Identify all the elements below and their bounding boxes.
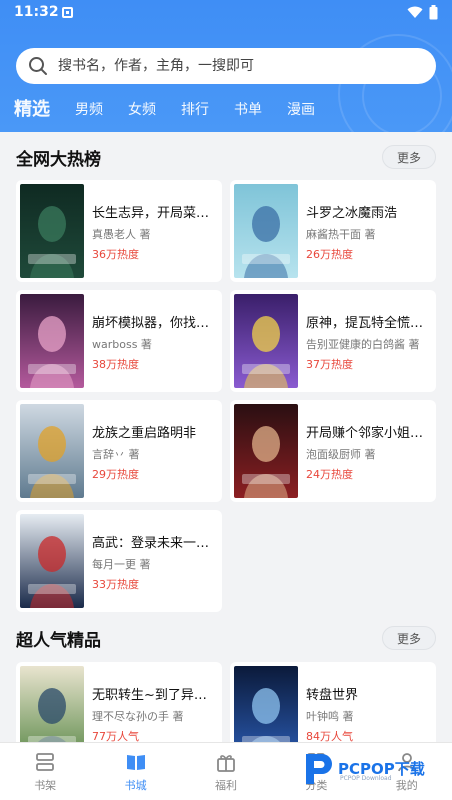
cover-art <box>20 514 84 608</box>
cover-art <box>234 294 298 388</box>
gift-icon <box>217 755 235 772</box>
pcpop-logo-icon <box>306 754 332 784</box>
book-title: 开局赚个邻家小姐… <box>306 426 424 441</box>
book-cover[interactable] <box>234 294 298 388</box>
book-cover[interactable] <box>20 184 84 278</box>
book-cover[interactable] <box>20 514 84 608</box>
search-icon <box>29 57 47 75</box>
more-button[interactable]: 更多 <box>382 626 436 650</box>
book-heat: 29万热度 <box>92 468 139 481</box>
book-cover[interactable] <box>20 404 84 498</box>
book-title: 高武：登录未来一… <box>92 536 210 551</box>
nav-label: 书架 <box>34 779 57 792</box>
book-card[interactable]: 开局赚个邻家小姐… 泡面级厨师 著 24万热度 <box>230 400 436 502</box>
section-popular: 超人气精品 更多 <box>16 624 436 652</box>
search-input[interactable] <box>58 58 398 74</box>
book-author: 理不尽な孙の手 著 <box>92 710 184 723</box>
book-card[interactable]: 斗罗之冰魔雨浩 麻酱热干面 著 26万热度 <box>230 180 436 282</box>
book-title: 崩坏模拟器，你找… <box>92 316 210 331</box>
book-card[interactable]: 原神，提瓦特全慌… 告别亚健康的白鸽酱 著 37万热度 <box>230 290 436 392</box>
tab-featured[interactable]: 精选 <box>14 95 50 125</box>
bookstore-icon <box>126 755 145 770</box>
watermark: PCPOP下载 PCPOP Download <box>302 748 425 788</box>
book-author: 言辞丷 著 <box>92 448 140 461</box>
book-heat: 33万热度 <box>92 578 139 591</box>
status-time: 11:32 <box>14 4 59 20</box>
book-heat: 24万热度 <box>306 468 353 481</box>
book-card[interactable]: 龙族之重启路明非 言辞丷 著 29万热度 <box>16 400 222 502</box>
book-card[interactable]: 长生志异，开局菜… 真愚老人 著 36万热度 <box>16 180 222 282</box>
tab-booklist[interactable]: 书单 <box>234 99 262 125</box>
section-hot-list: 全网大热榜 更多 <box>16 143 436 171</box>
book-card[interactable]: 高武：登录未来一… 每月一更 著 33万热度 <box>16 510 222 612</box>
book-heat: 36万热度 <box>92 248 139 261</box>
cover-art <box>234 404 298 498</box>
book-author: 每月一更 著 <box>92 558 151 571</box>
nav-label: 福利 <box>214 779 237 792</box>
book-title: 斗罗之冰魔雨浩 <box>306 206 398 221</box>
section-title: 全网大热榜 <box>16 149 101 170</box>
book-title: 原神，提瓦特全慌… <box>306 316 424 331</box>
book-cover[interactable] <box>234 184 298 278</box>
search-bar[interactable] <box>16 48 436 84</box>
book-author: warboss 著 <box>92 338 152 351</box>
cover-art <box>20 404 84 498</box>
book-card[interactable]: 崩坏模拟器，你找… warboss 著 38万热度 <box>16 290 222 392</box>
tab-male[interactable]: 男频 <box>75 99 103 125</box>
book-author: 真愚老人 著 <box>92 228 151 241</box>
book-cover[interactable] <box>20 294 84 388</box>
cover-art <box>234 184 298 278</box>
book-heat: 38万热度 <box>92 358 139 371</box>
nav-welfare[interactable]: 福利 <box>181 743 271 800</box>
book-author: 告别亚健康的白鸽酱 著 <box>306 338 420 351</box>
tab-female[interactable]: 女频 <box>128 99 156 125</box>
wifi-icon <box>407 6 423 18</box>
book-title: 转盘世界 <box>306 688 359 703</box>
cover-art <box>20 184 84 278</box>
more-button[interactable]: 更多 <box>382 145 436 169</box>
tab-comics[interactable]: 漫画 <box>287 99 315 125</box>
category-tabs: 精选 男频 女频 排行 书单 漫画 <box>14 95 340 125</box>
book-author: 麻酱热干面 著 <box>306 228 376 241</box>
book-title: 长生志异，开局菜… <box>92 206 210 221</box>
book-heat: 26万热度 <box>306 248 353 261</box>
book-cover[interactable] <box>234 404 298 498</box>
book-author: 叶钟鸣 著 <box>306 710 354 723</box>
section-title: 超人气精品 <box>16 630 101 651</box>
nav-label: 书城 <box>124 779 147 792</box>
status-bar: 11:32 <box>0 0 452 26</box>
header: 11:32 精选 男频 女频 排行 书单 漫画 <box>0 0 452 132</box>
nav-bookstore[interactable]: 书城 <box>90 743 180 800</box>
notification-icon <box>62 7 73 18</box>
book-title: 无职转生~到了异… <box>92 688 207 703</box>
book-heat: 37万热度 <box>306 358 353 371</box>
cover-art <box>20 294 84 388</box>
nav-bookshelf[interactable]: 书架 <box>0 743 90 800</box>
tab-ranking[interactable]: 排行 <box>181 99 209 125</box>
book-author: 泡面级厨师 著 <box>306 448 376 461</box>
battery-icon <box>429 5 438 20</box>
book-title: 龙族之重启路明非 <box>92 426 197 441</box>
watermark-subtext: PCPOP Download <box>340 775 392 782</box>
bookshelf-icon <box>36 753 55 771</box>
